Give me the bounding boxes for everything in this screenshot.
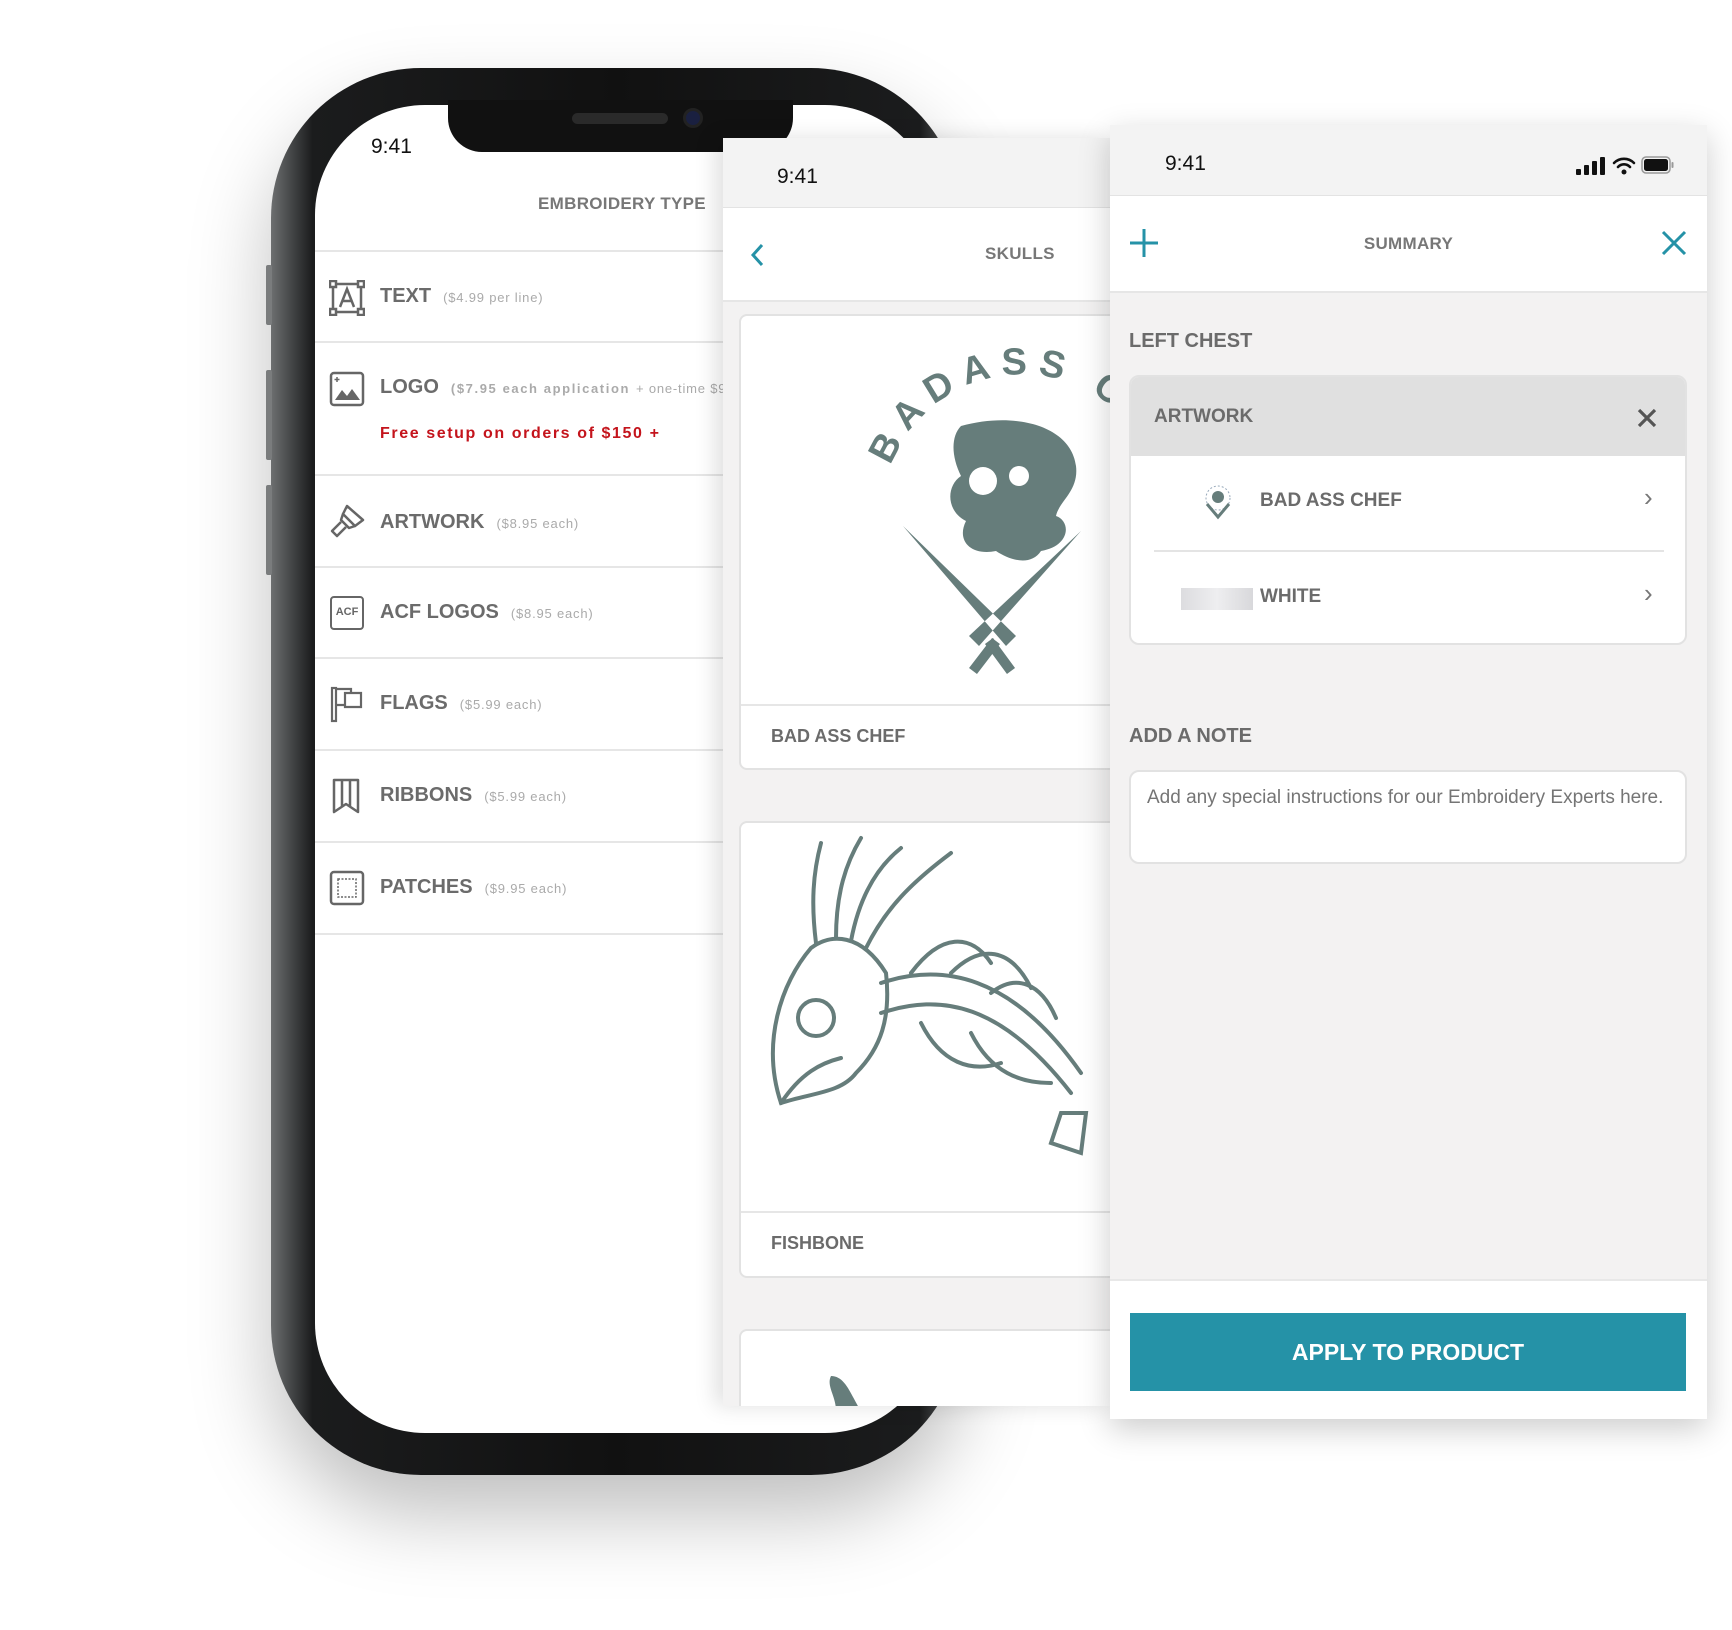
summary-screen: 9:41 SUMMARY LEFT CHEST ARTWORK BAD ASS … xyxy=(1110,125,1707,1419)
item-price: ($9.95 each) xyxy=(484,881,568,896)
item-price: ($7.95 each application xyxy=(450,381,631,396)
signal-icon xyxy=(1576,157,1605,175)
item-label: PATCHES xyxy=(380,876,473,898)
thread-color-row[interactable]: WHITE › xyxy=(1131,552,1685,643)
skulls-screen: 9:41 SKULLS BADASS CHEF BAD ASS CHEF xyxy=(723,138,1110,1406)
divider xyxy=(741,1211,1110,1213)
status-time: 9:41 xyxy=(777,165,818,188)
design-card-fishbone[interactable]: FISHBONE xyxy=(739,821,1110,1278)
design-name: FISHBONE xyxy=(771,1233,865,1253)
card-title: ARTWORK xyxy=(1154,406,1254,427)
wifi-icon xyxy=(1612,157,1636,175)
status-time: 9:41 xyxy=(1165,152,1206,175)
flag-icon xyxy=(330,686,363,723)
ribbon-icon xyxy=(332,778,360,814)
paintbrush-icon xyxy=(330,504,365,538)
color-swatch xyxy=(1181,588,1253,610)
patch-icon xyxy=(329,870,365,906)
chevron-left-icon[interactable] xyxy=(749,242,765,268)
section-title: LEFT CHEST xyxy=(1129,330,1253,352)
text-frame-icon xyxy=(329,280,365,316)
image-icon xyxy=(329,371,365,407)
status-time: 9:41 xyxy=(371,135,412,158)
item-price: ($8.95 each) xyxy=(496,516,580,531)
chevron-right-icon: › xyxy=(1644,578,1653,608)
divider xyxy=(741,704,1110,706)
front-camera xyxy=(683,108,703,128)
item-price: ($8.95 each) xyxy=(510,606,594,621)
item-label: TEXT xyxy=(380,285,432,307)
note-title: ADD A NOTE xyxy=(1129,725,1252,747)
promo-text: Free setup on orders of $150 + xyxy=(380,425,661,442)
phone-button xyxy=(266,370,272,460)
card-header: ARTWORK xyxy=(1131,377,1685,456)
chevron-right-icon: › xyxy=(1644,482,1653,512)
apply-to-product-button[interactable]: APPLY TO PRODUCT xyxy=(1130,1313,1686,1391)
acf-badge-icon: ACF xyxy=(330,596,364,630)
design-card-bad-ass-chef[interactable]: BADASS CHEF BAD ASS CHEF xyxy=(739,314,1110,770)
phone-button xyxy=(266,485,272,575)
fishbone-artwork xyxy=(770,836,1089,1156)
remove-artwork-icon[interactable] xyxy=(1637,408,1657,428)
phone-button xyxy=(266,265,272,325)
footer: APPLY TO PRODUCT xyxy=(1110,1279,1707,1419)
bad-ass-chef-artwork: BADASS CHEF xyxy=(741,316,1110,675)
item-extra-fee: + one-time $9 xyxy=(636,381,727,396)
design-card[interactable] xyxy=(739,1329,1110,1406)
close-icon[interactable] xyxy=(1661,230,1687,256)
nav-bar: SUMMARY xyxy=(1110,196,1707,293)
item-price: ($4.99 per line) xyxy=(443,290,544,305)
page-title: SKULLS xyxy=(985,244,1055,263)
page-title: SUMMARY xyxy=(1363,234,1454,253)
status-bar: 9:41 xyxy=(723,138,1110,208)
row-label: BAD ASS CHEF xyxy=(1260,490,1402,511)
battery-icon xyxy=(1641,156,1674,174)
artwork-design-row[interactable]: BAD ASS CHEF › xyxy=(1131,456,1685,550)
item-label: ACF LOGOS xyxy=(380,601,499,623)
item-price: ($5.99 each) xyxy=(459,697,543,712)
note-input[interactable] xyxy=(1129,770,1687,864)
nav-bar: SKULLS xyxy=(723,208,1110,302)
design-thumbnail xyxy=(1205,485,1231,520)
item-label: LOGO xyxy=(380,376,439,398)
item-label: FLAGS xyxy=(380,692,448,714)
row-label: WHITE xyxy=(1260,586,1322,607)
item-label: RIBBONS xyxy=(380,784,473,806)
item-label: ARTWORK xyxy=(380,511,485,533)
speaker-grille xyxy=(572,113,668,124)
design-artwork xyxy=(829,1376,858,1406)
status-bar: 9:41 xyxy=(1110,125,1707,196)
design-name: BAD ASS CHEF xyxy=(771,726,906,746)
item-price: ($5.99 each) xyxy=(484,789,567,804)
artwork-summary-card: ARTWORK BAD ASS CHEF › WHITE › xyxy=(1129,375,1687,645)
